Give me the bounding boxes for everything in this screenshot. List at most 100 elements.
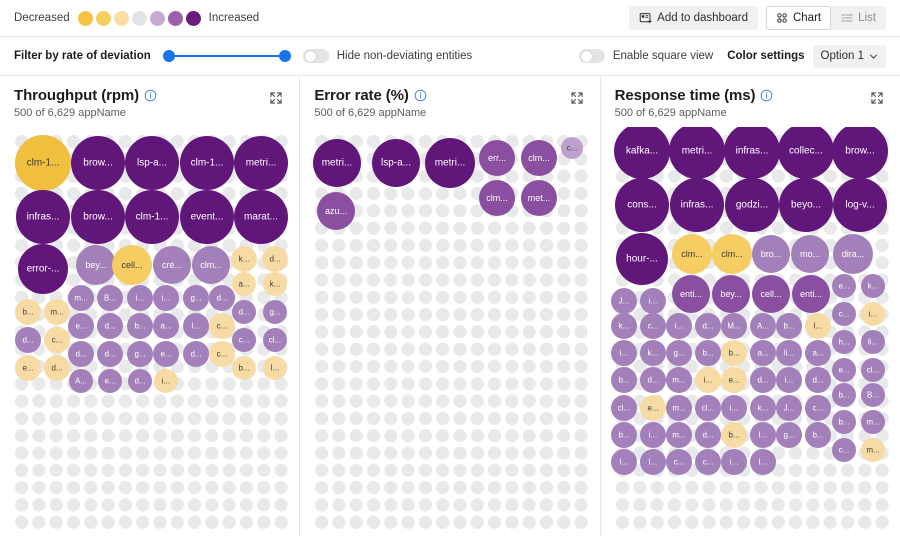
legend-dot-0[interactable] bbox=[78, 11, 93, 26]
bubble[interactable]: cl... bbox=[861, 358, 885, 382]
bubble[interactable]: clm-1... bbox=[125, 190, 179, 244]
hide-non-deviating-toggle[interactable] bbox=[303, 49, 329, 63]
bubble[interactable]: c... bbox=[209, 313, 235, 339]
bubble[interactable]: b... bbox=[805, 422, 831, 448]
bubble[interactable]: B... bbox=[97, 285, 123, 311]
bubble[interactable]: i... bbox=[154, 369, 178, 393]
bubble[interactable]: collec... bbox=[778, 127, 834, 179]
expand-panel-button[interactable] bbox=[568, 89, 586, 112]
bubble[interactable]: k... bbox=[750, 395, 776, 421]
bubble[interactable]: c... bbox=[832, 302, 856, 326]
bubble[interactable]: cl... bbox=[695, 395, 721, 421]
bubble[interactable]: c... bbox=[44, 327, 70, 353]
bubble[interactable]: i... bbox=[776, 367, 802, 393]
bubble[interactable]: log-v... bbox=[833, 178, 887, 232]
bubble[interactable]: d... bbox=[15, 327, 41, 353]
bubble[interactable]: m... bbox=[666, 422, 692, 448]
bubble[interactable]: i... bbox=[153, 285, 179, 311]
deviation-range-slider[interactable] bbox=[163, 49, 291, 63]
bubble[interactable]: i... bbox=[640, 288, 666, 314]
bubble[interactable]: b... bbox=[15, 299, 41, 325]
bubble[interactable]: l... bbox=[640, 449, 666, 475]
chart-view-button[interactable]: Chart bbox=[766, 6, 831, 30]
bubble-grid[interactable]: kafka...metri...infras...collec...brow..… bbox=[601, 127, 900, 536]
bubble[interactable]: c... bbox=[209, 341, 235, 367]
bubble[interactable]: k... bbox=[263, 272, 287, 296]
bubble[interactable]: A... bbox=[69, 369, 93, 393]
bubble[interactable]: h... bbox=[832, 330, 856, 354]
bubble[interactable]: l... bbox=[750, 449, 776, 475]
bubble[interactable]: e... bbox=[68, 313, 94, 339]
legend-dot-5[interactable] bbox=[168, 11, 183, 26]
bubble[interactable]: i... bbox=[127, 285, 153, 311]
bubble[interactable]: b... bbox=[721, 422, 747, 448]
slider-knob-max[interactable] bbox=[279, 50, 291, 62]
bubble[interactable]: azu... bbox=[317, 192, 355, 230]
bubble[interactable]: cons... bbox=[615, 178, 669, 232]
color-settings-select[interactable]: Option 1 bbox=[813, 45, 886, 68]
bubble-grid[interactable]: clm-1...brow...lsp-a...clm-1...metri...i… bbox=[0, 127, 299, 536]
bubble[interactable]: a... bbox=[750, 340, 776, 366]
bubble[interactable]: a... bbox=[805, 340, 831, 366]
bubble[interactable]: c... bbox=[640, 313, 666, 339]
bubble[interactable]: metri... bbox=[313, 139, 361, 187]
bubble-grid[interactable]: metri...lsp-a...metri...err...clm...c...… bbox=[300, 127, 599, 536]
bubble[interactable]: metri... bbox=[234, 136, 288, 190]
bubble[interactable]: e... bbox=[721, 367, 747, 393]
bubble[interactable]: li... bbox=[776, 340, 802, 366]
expand-panel-button[interactable] bbox=[868, 89, 886, 112]
bubble[interactable]: m... bbox=[44, 299, 70, 325]
bubble[interactable]: c... bbox=[232, 328, 256, 352]
bubble[interactable]: d... bbox=[44, 355, 70, 381]
bubble[interactable]: clm-1... bbox=[15, 135, 71, 191]
bubble[interactable]: li... bbox=[861, 330, 885, 354]
bubble[interactable]: lsp-a... bbox=[125, 136, 179, 190]
bubble[interactable]: dira... bbox=[833, 234, 873, 274]
bubble[interactable]: b... bbox=[611, 367, 637, 393]
bubble[interactable]: i... bbox=[666, 313, 692, 339]
bubble[interactable]: enti... bbox=[672, 275, 710, 313]
bubble[interactable]: lsp-a... bbox=[372, 139, 420, 187]
bubble[interactable]: metri... bbox=[425, 138, 475, 188]
bubble[interactable]: A... bbox=[750, 313, 776, 339]
bubble[interactable]: g... bbox=[666, 340, 692, 366]
bubble[interactable]: b... bbox=[611, 422, 637, 448]
bubble[interactable]: m... bbox=[666, 395, 692, 421]
bubble[interactable]: J... bbox=[611, 288, 637, 314]
bubble[interactable]: m... bbox=[861, 438, 885, 462]
bubble[interactable]: k... bbox=[231, 246, 257, 272]
bubble[interactable]: m... bbox=[666, 367, 692, 393]
bubble[interactable]: d... bbox=[695, 313, 721, 339]
bubble[interactable]: l... bbox=[183, 313, 209, 339]
bubble[interactable]: b... bbox=[695, 340, 721, 366]
bubble[interactable]: met... bbox=[521, 180, 557, 216]
bubble[interactable]: e... bbox=[153, 341, 179, 367]
bubble[interactable]: e... bbox=[640, 395, 666, 421]
bubble[interactable]: l... bbox=[611, 449, 637, 475]
bubble[interactable]: d... bbox=[183, 341, 209, 367]
bubble[interactable]: g... bbox=[183, 285, 209, 311]
bubble[interactable]: brow... bbox=[71, 190, 125, 244]
bubble[interactable]: c... bbox=[695, 449, 721, 475]
bubble[interactable]: clm-1... bbox=[180, 136, 234, 190]
bubble[interactable]: d... bbox=[695, 422, 721, 448]
bubble[interactable]: i... bbox=[721, 449, 747, 475]
bubble[interactable]: g... bbox=[776, 422, 802, 448]
bubble[interactable]: e... bbox=[832, 358, 856, 382]
bubble[interactable]: b... bbox=[721, 340, 747, 366]
bubble[interactable]: d... bbox=[97, 313, 123, 339]
bubble[interactable]: k... bbox=[640, 340, 666, 366]
bubble[interactable]: i... bbox=[861, 302, 885, 326]
bubble[interactable]: enti... bbox=[792, 275, 830, 313]
add-to-dashboard-button[interactable]: Add to dashboard bbox=[629, 6, 758, 30]
bubble[interactable]: godzi... bbox=[725, 178, 779, 232]
bubble[interactable]: cl... bbox=[263, 328, 287, 352]
bubble[interactable]: a... bbox=[153, 313, 179, 339]
bubble[interactable]: m... bbox=[68, 285, 94, 311]
bubble[interactable]: b... bbox=[832, 410, 856, 434]
bubble[interactable]: i... bbox=[611, 340, 637, 366]
list-view-button[interactable]: List bbox=[831, 6, 886, 30]
bubble[interactable]: g... bbox=[127, 341, 153, 367]
bubble[interactable]: e... bbox=[832, 274, 856, 298]
bubble[interactable]: d... bbox=[232, 300, 256, 324]
